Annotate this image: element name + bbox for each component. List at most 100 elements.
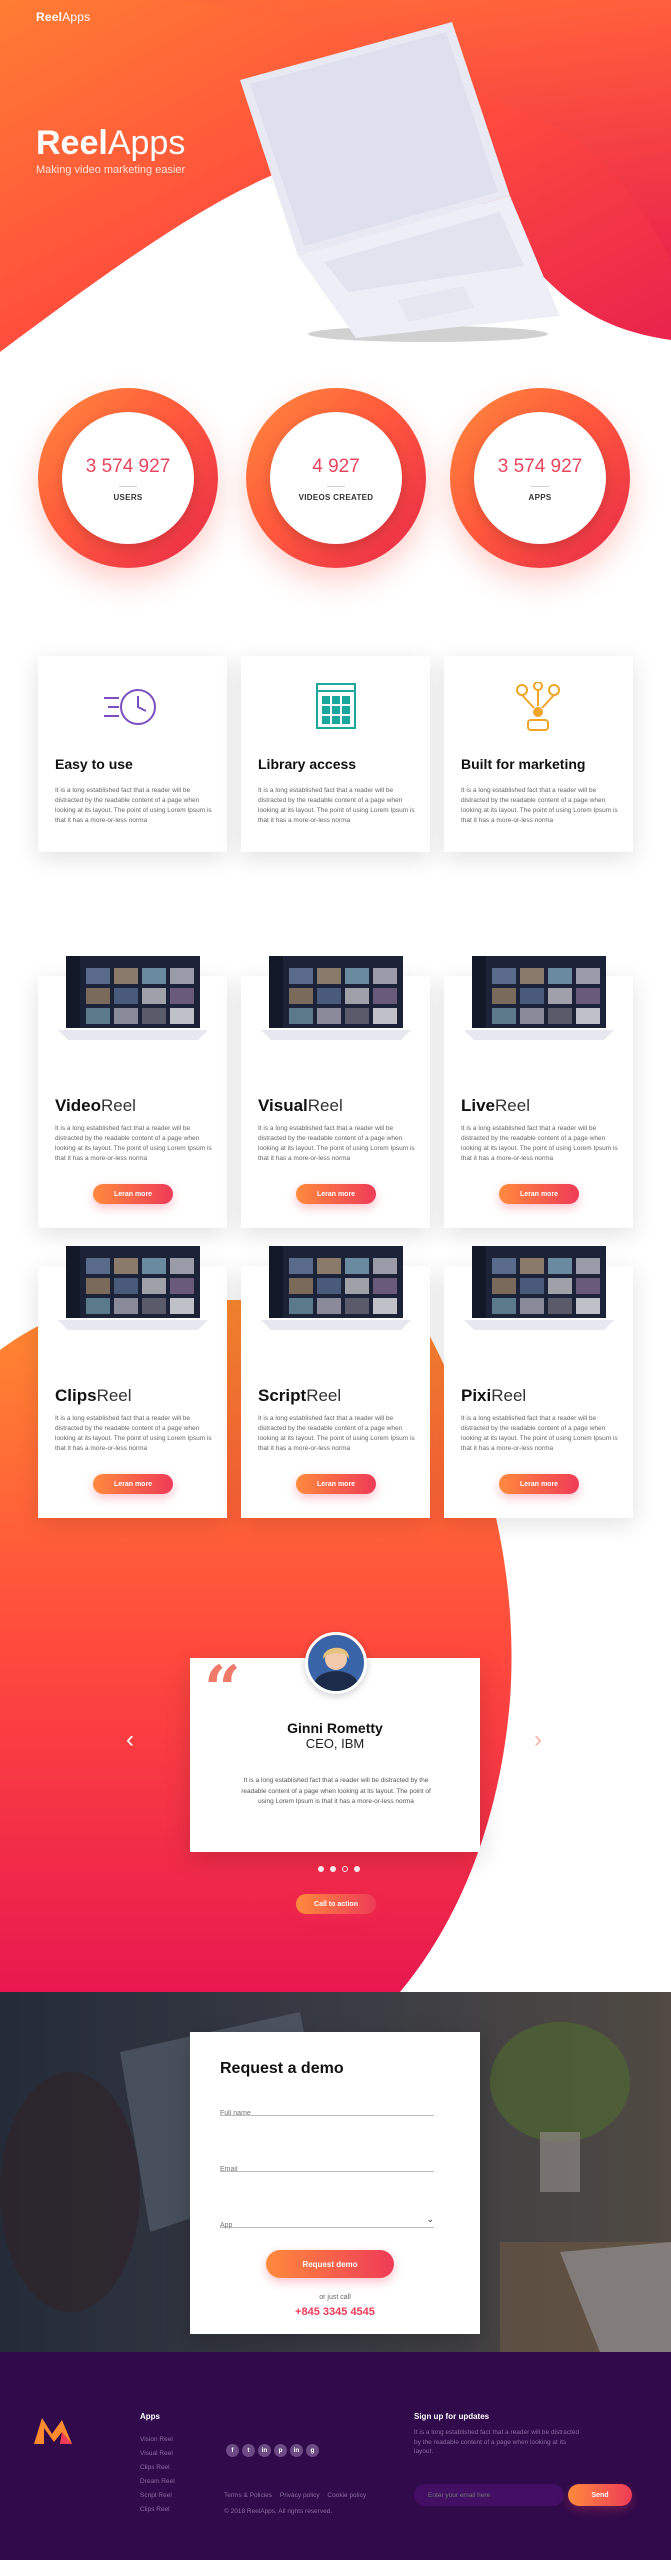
- learn-more-button[interactable]: Leran more: [93, 1474, 173, 1494]
- learn-more-button[interactable]: Leran more: [296, 1474, 376, 1494]
- product-text: It is a long established fact that a rea…: [55, 1125, 212, 1162]
- product-card-livereel: LiveReel It is a long established fact t…: [444, 956, 633, 1228]
- clock-speed-icon: [104, 689, 156, 725]
- stat-users: 3 574 927 USERS: [38, 388, 218, 568]
- stat-value: 4 927: [312, 456, 360, 477]
- product-title: ScriptReel: [258, 1386, 342, 1405]
- app-screenshot: [58, 1246, 208, 1330]
- cookie-link[interactable]: Cookie policy: [327, 2492, 366, 2499]
- email-input[interactable]: [220, 2166, 434, 2173]
- carousel-dot[interactable]: [330, 1866, 336, 1872]
- grid-library-icon: [316, 683, 356, 729]
- page: ReelApps ReelApps Making video marketing…: [0, 0, 671, 2560]
- product-text: It is a long established fact that a rea…: [258, 1415, 415, 1452]
- stat-label: USERS: [113, 493, 143, 502]
- product-title: LiveReel: [461, 1096, 530, 1115]
- chevron-down-icon[interactable]: ⌄: [426, 2214, 434, 2225]
- logo-icon[interactable]: [34, 2418, 74, 2444]
- feature-title: Built for marketing: [461, 756, 586, 772]
- carousel-dot[interactable]: [318, 1866, 324, 1872]
- stat-apps: 3 574 927 APPS: [450, 388, 630, 568]
- feature-text: It is a long established fact that a rea…: [258, 787, 415, 824]
- request-demo-form: Request a demo ⌄ Request demo or just ca…: [190, 2032, 480, 2334]
- send-button[interactable]: Send: [568, 2484, 632, 2506]
- footer-apps-title: Apps: [140, 2412, 160, 2421]
- footer-app-link[interactable]: Dream Reel: [140, 2478, 175, 2492]
- app-screenshot: [58, 956, 208, 1040]
- stat-value: 3 574 927: [85, 456, 171, 477]
- footer-app-link[interactable]: Clips Reel: [140, 2506, 175, 2520]
- top-logo[interactable]: ReelApps: [36, 10, 90, 24]
- stat-videos-created: 4 927 VIDEOS CREATED: [246, 388, 426, 568]
- call-to-action-button[interactable]: Call to action: [296, 1894, 376, 1914]
- product-title: VideoReel: [55, 1096, 136, 1115]
- testimonial-text: It is a long established fact that a rea…: [241, 1777, 431, 1805]
- app-screenshot: [261, 956, 411, 1040]
- newsletter-email-input[interactable]: [414, 2484, 564, 2506]
- facebook-icon[interactable]: f: [226, 2444, 239, 2457]
- app-select-input[interactable]: [220, 2222, 434, 2229]
- pinterest-icon[interactable]: p: [274, 2444, 287, 2457]
- stat-label: VIDEOS CREATED: [298, 493, 374, 502]
- terms-link[interactable]: Terms & Policies: [224, 2492, 272, 2499]
- feature-title: Library access: [258, 756, 357, 772]
- product-title: PixiReel: [461, 1386, 527, 1405]
- app-select[interactable]: ⌄: [220, 2214, 434, 2229]
- footer-app-link[interactable]: Vision Reel: [140, 2436, 175, 2450]
- prev-arrow-icon[interactable]: ‹: [126, 1728, 134, 1752]
- request-demo-button[interactable]: Request demo: [266, 2250, 394, 2278]
- footer-legal-links: Terms & Policies Privacy policy Cookie p…: [224, 2492, 372, 2499]
- or-call-text: or just call: [319, 2294, 351, 2301]
- learn-more-button[interactable]: Leran more: [499, 1184, 579, 1204]
- signup-title: Sign up for updates: [414, 2412, 490, 2421]
- email-field[interactable]: [220, 2158, 434, 2173]
- privacy-link[interactable]: Privacy policy: [280, 2492, 320, 2499]
- phone-number[interactable]: +845 3345 4545: [190, 2306, 480, 2318]
- twitter-icon[interactable]: t: [242, 2444, 255, 2457]
- carousel-dots: [318, 1866, 360, 1872]
- product-text: It is a long established fact that a rea…: [258, 1125, 415, 1162]
- app-screenshot: [261, 1246, 411, 1330]
- product-card-scriptreel: ScriptReel It is a long established fact…: [241, 1246, 430, 1518]
- product-card-clipsreel: ClipsReel It is a long established fact …: [38, 1246, 227, 1518]
- product-text: It is a long established fact that a rea…: [461, 1415, 618, 1452]
- footer-app-link[interactable]: Clips Reel: [140, 2464, 175, 2478]
- carousel-dot[interactable]: [354, 1866, 360, 1872]
- demo-title: Request a demo: [220, 2060, 344, 2077]
- quote-icon: “: [204, 1652, 241, 1727]
- footer-app-link[interactable]: Visual Reel: [140, 2450, 175, 2464]
- learn-more-button[interactable]: Leran more: [93, 1184, 173, 1204]
- instagram-icon[interactable]: in: [258, 2444, 271, 2457]
- product-card-visualreel: VisualReel It is a long established fact…: [241, 956, 430, 1228]
- feature-card-built-for-marketing: Built for marketing It is a long establi…: [444, 656, 633, 852]
- app-screenshot: [464, 1246, 614, 1330]
- next-arrow-icon[interactable]: ›: [534, 1728, 542, 1752]
- google-icon[interactable]: g: [306, 2444, 319, 2457]
- product-card-pixireel: PixiReel It is a long established fact t…: [444, 1246, 633, 1518]
- learn-more-button[interactable]: Leran more: [296, 1184, 376, 1204]
- app-screenshot: [464, 956, 614, 1040]
- hero-title: ReelApps: [36, 124, 186, 162]
- full-name-field[interactable]: [220, 2102, 434, 2117]
- footer-app-link[interactable]: Script Reel: [140, 2492, 175, 2506]
- learn-more-button[interactable]: Leran more: [499, 1474, 579, 1494]
- social-links: f t in p in g: [226, 2444, 319, 2457]
- copyright: © 2018 ReelApps. All rights reserved.: [224, 2508, 333, 2515]
- feature-text: It is a long established fact that a rea…: [461, 787, 618, 824]
- carousel-dot-active[interactable]: [342, 1866, 348, 1872]
- product-title: VisualReel: [258, 1096, 343, 1115]
- stat-value: 3 574 927: [497, 456, 583, 477]
- full-name-input[interactable]: [220, 2110, 434, 2117]
- footer-apps-list: Vision Reel Visual Reel Clips Reel Dream…: [140, 2436, 175, 2520]
- hero-tagline: Making video marketing easier: [36, 164, 186, 176]
- testimonial-name: Ginni Rometty: [287, 1720, 383, 1736]
- laptop-illustration: [240, 22, 560, 342]
- product-text: It is a long established fact that a rea…: [55, 1415, 212, 1452]
- footer: Apps Vision Reel Visual Reel Clips Reel …: [0, 2352, 671, 2560]
- feature-card-library-access: Library access It is a long established …: [241, 656, 430, 852]
- linkedin-icon[interactable]: in: [290, 2444, 303, 2457]
- feature-text: It is a long established fact that a rea…: [55, 787, 212, 824]
- feature-card-easy-to-use: Easy to use It is a long established fac…: [38, 656, 227, 852]
- testimonial-role: CEO, IBM: [305, 1736, 365, 1751]
- product-text: It is a long established fact that a rea…: [461, 1125, 618, 1162]
